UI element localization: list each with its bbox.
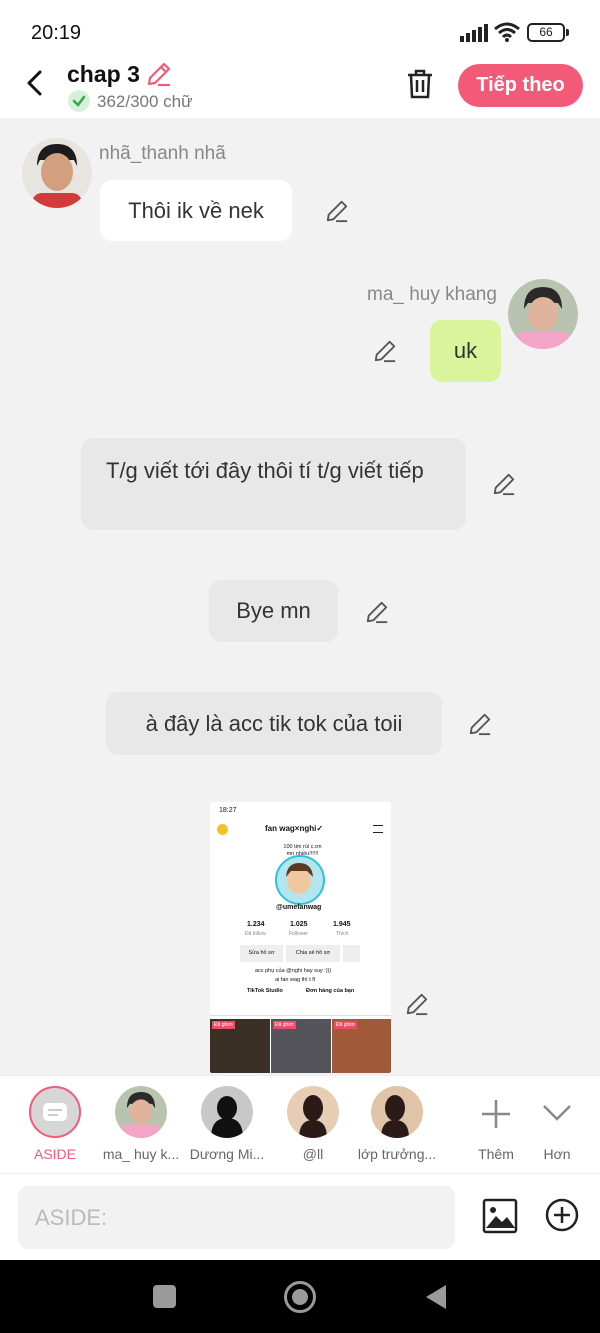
edit-pencil-icon[interactable] xyxy=(468,712,492,736)
sender-name: ma_ huy khang xyxy=(367,284,497,305)
message-bubble[interactable]: uk xyxy=(430,320,501,382)
video-thumb: Đã ghim xyxy=(210,1019,270,1073)
aside-avatar xyxy=(29,1086,81,1138)
stat-label: Follower xyxy=(289,931,308,937)
signal-icon xyxy=(460,24,488,42)
character-item[interactable]: lớp trưởng... xyxy=(352,1086,442,1162)
coin-icon xyxy=(217,824,228,835)
character-item[interactable]: @ll xyxy=(268,1086,358,1162)
trash-icon[interactable] xyxy=(405,68,435,100)
character-item[interactable]: ma_ huy k... xyxy=(96,1086,186,1162)
word-count: 362/300 chữ xyxy=(97,92,193,111)
character-aside[interactable]: ASIDE xyxy=(10,1086,100,1162)
image-tabs xyxy=(210,1002,391,1016)
add-circle-icon[interactable] xyxy=(545,1198,579,1232)
menu-icon xyxy=(373,825,383,833)
edit-title-pencil-icon[interactable] xyxy=(146,61,172,87)
image-bio-line2: ai fan wag thì t fl xyxy=(275,977,316,983)
image-handle: @umefanwag xyxy=(276,904,322,911)
character-label: lớp trưởng... xyxy=(357,1146,437,1162)
character-selector: ASIDE ma_ huy k... Dương Mi... @ll lớp t… xyxy=(0,1075,600,1173)
next-button[interactable]: Tiếp theo xyxy=(458,64,583,107)
character-label: Dương Mi... xyxy=(189,1146,265,1162)
edit-pencil-icon[interactable] xyxy=(492,472,516,496)
edit-profile-button: Sửa hồ sơ xyxy=(240,945,283,962)
share-profile-button: Chia sẻ hồ sơ xyxy=(286,945,340,962)
image-icon[interactable] xyxy=(482,1198,518,1234)
more-button[interactable]: Hơn xyxy=(527,1086,587,1162)
image-message[interactable]: 18:27 fan wag×nghi✓ 100 tim rùi c.ơn mn … xyxy=(210,802,391,1073)
avatar xyxy=(115,1086,167,1138)
avatar xyxy=(371,1086,423,1138)
character-item[interactable]: Dương Mi... xyxy=(182,1086,272,1162)
recents-icon[interactable] xyxy=(153,1285,176,1308)
chevron-down-icon xyxy=(543,1105,571,1121)
edit-pencil-icon[interactable] xyxy=(373,339,397,363)
avatar xyxy=(201,1086,253,1138)
battery-icon: 66 xyxy=(527,23,569,42)
avatar xyxy=(287,1086,339,1138)
add-friend-icon xyxy=(343,945,360,962)
character-label: ma_ huy k... xyxy=(102,1146,180,1162)
edit-pencil-icon[interactable] xyxy=(365,600,389,624)
avatar[interactable] xyxy=(508,279,578,349)
character-label: Hơn xyxy=(543,1146,571,1162)
input-bar xyxy=(0,1173,600,1260)
status-bar: 20:19 66 xyxy=(0,0,600,60)
character-label: ASIDE xyxy=(33,1146,76,1162)
image-link1: TikTok Studio xyxy=(247,988,283,994)
check-icon xyxy=(68,90,90,112)
status-time: 20:19 xyxy=(31,22,82,44)
battery-level: 66 xyxy=(539,25,553,39)
aside-bubble[interactable]: Bye mn xyxy=(209,580,338,642)
stat-value: 1.945 xyxy=(333,921,351,928)
video-thumb: Đã ghim xyxy=(332,1019,391,1073)
home-icon[interactable] xyxy=(284,1281,316,1313)
character-label: @ll xyxy=(302,1146,324,1162)
image-time: 18:27 xyxy=(219,807,237,814)
chapter-title: chap 3 xyxy=(67,61,140,87)
profile-avatar xyxy=(275,855,325,905)
video-thumb: Đã ghim xyxy=(271,1019,331,1073)
stat-label: Đã follow xyxy=(245,931,266,937)
image-bio-line1: acc phụ của @nghi hay suy :))) xyxy=(255,968,332,974)
wifi-icon xyxy=(494,22,520,42)
image-username: fan wag×nghi✓ xyxy=(265,824,324,833)
image-link2: Đơn hàng của bạn xyxy=(306,988,355,994)
plus-icon xyxy=(482,1100,510,1128)
edit-pencil-icon[interactable] xyxy=(325,199,349,223)
stat-label: Thích xyxy=(336,931,349,937)
back-arrow-icon[interactable] xyxy=(22,68,48,98)
avatar[interactable] xyxy=(22,138,92,208)
aside-bubble[interactable]: à đây là acc tik tok của toii xyxy=(106,692,442,755)
editor-header: chap 3 362/300 chữ Tiếp theo xyxy=(0,60,600,118)
sender-name: nhã_thanh nhã xyxy=(99,143,226,164)
back-nav-icon[interactable] xyxy=(424,1284,448,1310)
edit-pencil-icon[interactable] xyxy=(405,992,429,1016)
aside-bubble[interactable]: T/g viết tới đây thôi tí t/g viết tiếp xyxy=(81,438,466,530)
stat-value: 1.234 xyxy=(247,921,265,928)
message-bubble[interactable]: Thôi ik về nek xyxy=(100,180,292,241)
stat-value: 1.025 xyxy=(290,921,308,928)
message-input[interactable] xyxy=(18,1186,455,1249)
system-nav-bar xyxy=(0,1260,600,1333)
